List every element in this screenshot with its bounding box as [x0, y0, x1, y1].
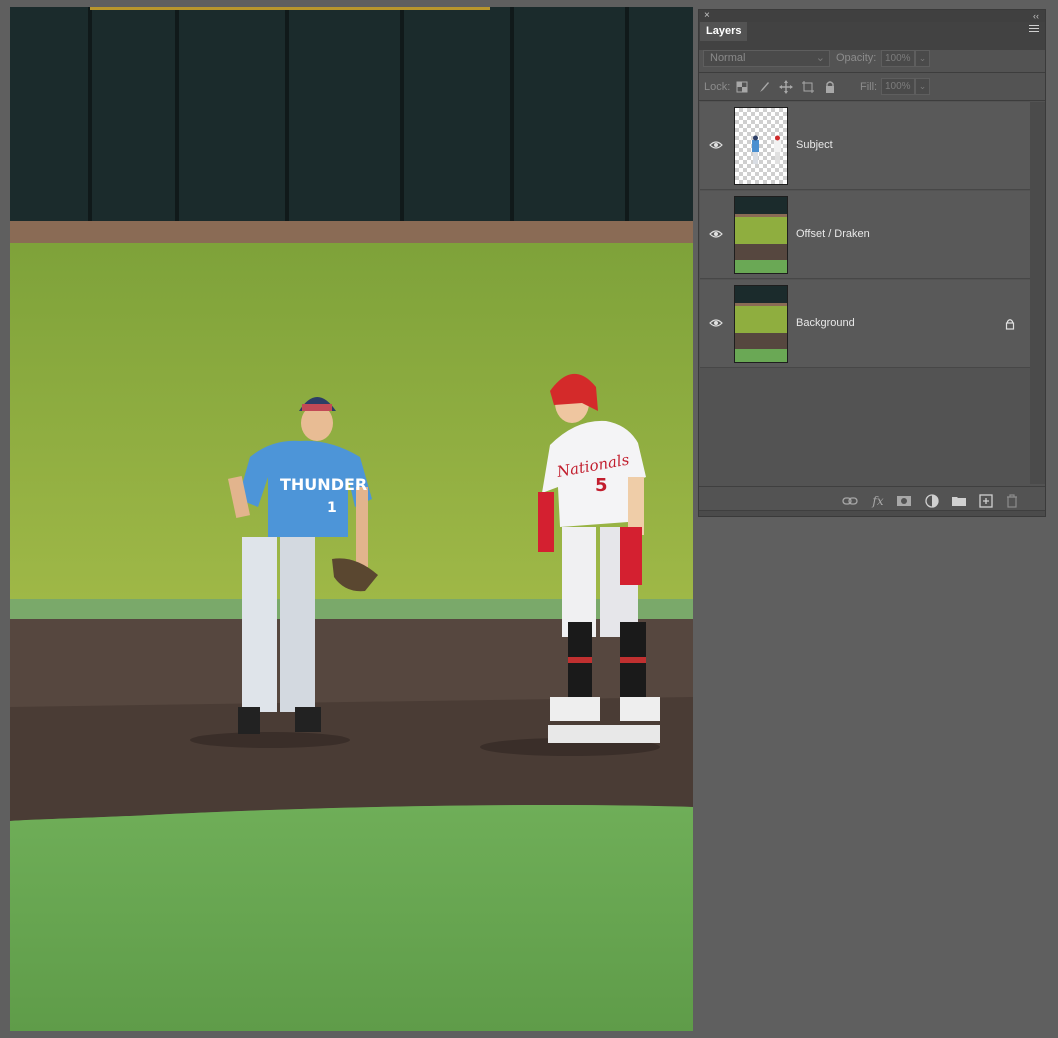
lock-label: Lock: — [704, 81, 731, 93]
layer-row-subject[interactable]: Subject — [700, 102, 1030, 190]
layer-row-background[interactable]: Background — [700, 280, 1030, 368]
tab-layers[interactable]: Layers — [700, 22, 748, 41]
layer-name[interactable]: Subject — [796, 139, 833, 151]
layer-thumbnail — [734, 196, 788, 274]
fill-label: Fill: — [860, 81, 878, 93]
fx-icon[interactable]: fx — [870, 493, 886, 509]
close-icon[interactable]: × — [704, 10, 710, 22]
panel-resize-grip[interactable] — [699, 510, 1045, 516]
folder-icon[interactable] — [951, 493, 967, 509]
layer-name[interactable]: Offset / Draken — [796, 228, 870, 240]
chevron-down-icon: ⌄ — [815, 52, 825, 64]
blend-mode-select[interactable]: Normal ⌄ — [703, 50, 830, 67]
adjustment-icon[interactable] — [924, 493, 940, 509]
layers-scrollbar[interactable] — [1030, 102, 1045, 484]
mask-icon[interactable] — [896, 493, 912, 509]
layer-thumbnail — [734, 285, 788, 363]
new-layer-icon[interactable] — [978, 493, 994, 509]
layer-name[interactable]: Background — [796, 317, 855, 329]
panel-title-bar: × ‹‹ — [699, 10, 1045, 22]
lock-icon — [1005, 319, 1015, 330]
trash-icon[interactable] — [1004, 493, 1020, 509]
blend-mode-value: Normal — [710, 52, 746, 64]
lock-artboard-icon[interactable] — [801, 80, 815, 94]
eye-icon[interactable] — [709, 229, 723, 239]
link-icon[interactable] — [842, 493, 858, 509]
eye-icon[interactable] — [709, 318, 723, 328]
opacity-input[interactable]: 100% — [881, 50, 915, 67]
jersey-number-left: 1 — [327, 500, 337, 516]
photo: THUNDER 1 Nationals 5 — [10, 7, 693, 1031]
jersey-number-right: 5 — [595, 475, 608, 496]
lock-fill-row: Lock: Fill: 100% ⌄ — [699, 74, 1045, 100]
lock-all-icon[interactable] — [823, 80, 837, 94]
fill-input[interactable]: 100% — [881, 78, 915, 95]
lock-position-icon[interactable] — [779, 80, 793, 94]
opacity-dropdown-button[interactable]: ⌄ — [915, 50, 930, 67]
opacity-label: Opacity: — [836, 52, 877, 64]
layer-row-offset-draken[interactable]: Offset / Draken — [700, 191, 1030, 279]
collapse-icon[interactable]: ‹‹ — [1033, 10, 1039, 22]
lock-image-pixels-icon[interactable] — [757, 80, 771, 94]
layers-list: Subject Offset / Draken Background — [700, 102, 1030, 484]
eye-icon[interactable] — [709, 140, 723, 150]
document-canvas[interactable]: THUNDER 1 Nationals 5 — [10, 7, 693, 1031]
layers-panel: × ‹‹ Layers Normal ⌄ Opacity: 100% ⌄ Loc… — [698, 9, 1046, 517]
layer-thumbnail — [734, 107, 788, 185]
panel-menu-icon[interactable] — [1029, 25, 1039, 34]
blend-opacity-row: Normal ⌄ Opacity: 100% ⌄ — [699, 43, 1045, 71]
jersey-text-left: THUNDER — [280, 475, 367, 494]
lock-transparent-pixels-icon[interactable] — [735, 80, 749, 94]
fill-dropdown-button[interactable]: ⌄ — [915, 78, 930, 95]
